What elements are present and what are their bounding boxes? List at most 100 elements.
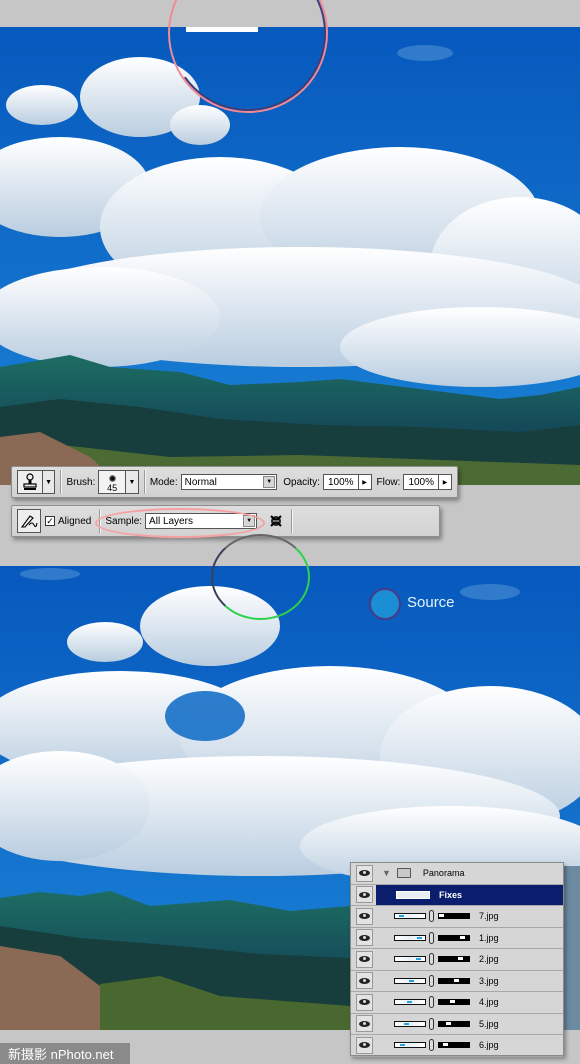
visibility-toggle[interactable] xyxy=(356,950,373,968)
thumb-highlight xyxy=(400,1044,406,1047)
chain-link-icon[interactable] xyxy=(429,953,434,966)
layer-row[interactable]: 4.jpg xyxy=(351,992,563,1014)
thumb-highlight xyxy=(404,1022,410,1025)
thumb-highlight xyxy=(417,936,423,939)
layer-mask-thumbnail[interactable] xyxy=(438,956,470,963)
layer-name: 2.jpg xyxy=(479,954,499,965)
airbrush-icon xyxy=(20,515,38,528)
layer-name: 7.jpg xyxy=(479,911,499,922)
layer-thumbnail xyxy=(396,890,430,899)
visibility-toggle[interactable] xyxy=(356,886,373,904)
layer-mask-thumbnail[interactable] xyxy=(438,1042,470,1049)
sample-value: All Layers xyxy=(149,515,193,527)
layer-list: 7.jpg 1.jpg 2.jpg 3.jpg 4.jpg 5.jpg 6.jpg xyxy=(351,906,563,1057)
visibility-toggle[interactable] xyxy=(356,1015,373,1033)
brush-preview[interactable]: 45 xyxy=(98,470,126,494)
layer-thumbnail xyxy=(394,1042,426,1049)
chain-link-icon[interactable] xyxy=(429,1039,434,1052)
layer-row[interactable]: 3.jpg xyxy=(351,971,563,992)
mask-highlight xyxy=(443,1043,449,1047)
layer-name: 4.jpg xyxy=(479,997,499,1008)
layer-mask-thumbnail[interactable] xyxy=(438,977,470,984)
flow-slider-arrow-icon[interactable]: ▶ xyxy=(438,475,451,489)
chain-link-icon[interactable] xyxy=(429,996,434,1009)
eye-icon xyxy=(359,1042,370,1049)
visibility-toggle[interactable] xyxy=(356,972,373,990)
expand-triangle-icon[interactable]: ▼ xyxy=(382,868,391,878)
layer-row[interactable]: 1.jpg xyxy=(351,928,563,949)
flow-label: Flow: xyxy=(376,476,401,488)
layer-mask-thumbnail[interactable] xyxy=(438,1020,470,1027)
visibility-toggle[interactable] xyxy=(356,907,373,925)
eye-icon xyxy=(359,999,370,1006)
mode-label: Mode: xyxy=(149,476,178,488)
layer-thumbnail xyxy=(394,999,426,1006)
brush-dropdown[interactable]: ▼ xyxy=(126,470,139,494)
chain-link-icon[interactable] xyxy=(429,931,434,944)
layer-mask-thumbnail[interactable] xyxy=(438,934,470,941)
panorama-overlap-seam xyxy=(186,27,258,32)
layer-name: 3.jpg xyxy=(479,975,499,986)
ignore-adjustment-layers-icon[interactable] xyxy=(269,514,283,528)
divider xyxy=(291,509,293,533)
layer-row[interactable]: 7.jpg xyxy=(351,906,563,928)
visibility-toggle[interactable] xyxy=(356,929,373,947)
layer-thumbnail xyxy=(394,913,426,920)
layer-name: Fixes xyxy=(439,889,463,900)
aligned-label: Aligned xyxy=(58,515,92,527)
chevron-down-icon: ▼ xyxy=(243,515,256,527)
tool-preset-button[interactable] xyxy=(17,470,43,494)
visibility-toggle[interactable] xyxy=(356,993,373,1011)
visibility-toggle[interactable] xyxy=(356,1036,373,1054)
chain-link-icon[interactable] xyxy=(429,910,434,923)
layer-group-row[interactable]: ▼ Panorama xyxy=(351,863,563,885)
stage: ▼ Brush: 45 ▼ Mode: Normal ▼ Opacity: 10… xyxy=(0,0,580,1064)
sample-label: Sample: xyxy=(105,515,143,527)
mask-highlight xyxy=(457,957,463,961)
layer-row[interactable]: 5.jpg xyxy=(351,1014,563,1035)
visibility-toggle[interactable] xyxy=(356,864,373,882)
layer-row[interactable]: 6.jpg xyxy=(351,1035,563,1057)
opacity-label: Opacity: xyxy=(283,476,320,488)
thumb-highlight xyxy=(406,1001,412,1004)
eye-icon xyxy=(359,913,370,920)
flow-field[interactable]: 100% ▶ xyxy=(403,474,453,490)
brush-label: Brush: xyxy=(66,476,96,488)
flow-value: 100% xyxy=(408,476,435,488)
layer-thumbnail xyxy=(394,956,426,963)
thumb-highlight xyxy=(409,979,415,982)
layer-mask-thumbnail[interactable] xyxy=(438,913,470,920)
chevron-down-icon: ▼ xyxy=(263,476,276,488)
opacity-slider-arrow-icon[interactable]: ▶ xyxy=(357,475,371,489)
opacity-value: 100% xyxy=(327,476,354,488)
sample-select[interactable]: All Layers ▼ xyxy=(145,513,258,529)
brush-tip-icon xyxy=(108,475,116,482)
opacity-field[interactable]: 100% ▶ xyxy=(322,474,372,490)
divider xyxy=(99,509,101,533)
airbrush-toggle[interactable] xyxy=(17,509,41,533)
aligned-checkbox[interactable]: ✓ xyxy=(45,516,55,526)
divider xyxy=(143,470,145,494)
folder-icon xyxy=(396,868,411,879)
layer-mask-thumbnail[interactable] xyxy=(438,999,470,1006)
mask-highlight xyxy=(449,1000,455,1004)
chain-link-icon[interactable] xyxy=(429,1017,434,1030)
brush-size: 45 xyxy=(107,483,118,493)
layer-row[interactable]: 2.jpg xyxy=(351,949,563,971)
mask-highlight xyxy=(460,935,466,939)
mode-select[interactable]: Normal ▼ xyxy=(180,474,278,490)
eye-icon xyxy=(359,891,370,898)
tool-preset-dropdown[interactable]: ▼ xyxy=(42,470,56,494)
layer-row-selected[interactable]: Fixes xyxy=(351,884,563,906)
eye-icon xyxy=(359,1020,370,1027)
watermark: 新摄影 nPhoto.net xyxy=(0,1043,130,1064)
landscape-image-top xyxy=(0,27,580,485)
mask-highlight xyxy=(445,1021,451,1025)
chain-link-icon[interactable] xyxy=(429,974,434,987)
clone-stamp-icon xyxy=(23,473,37,490)
canvas-top-photo[interactable] xyxy=(0,27,580,485)
layer-name: 5.jpg xyxy=(479,1018,499,1029)
thumb-highlight xyxy=(398,915,404,918)
mode-value: Normal xyxy=(184,476,217,488)
eye-icon xyxy=(359,934,370,941)
